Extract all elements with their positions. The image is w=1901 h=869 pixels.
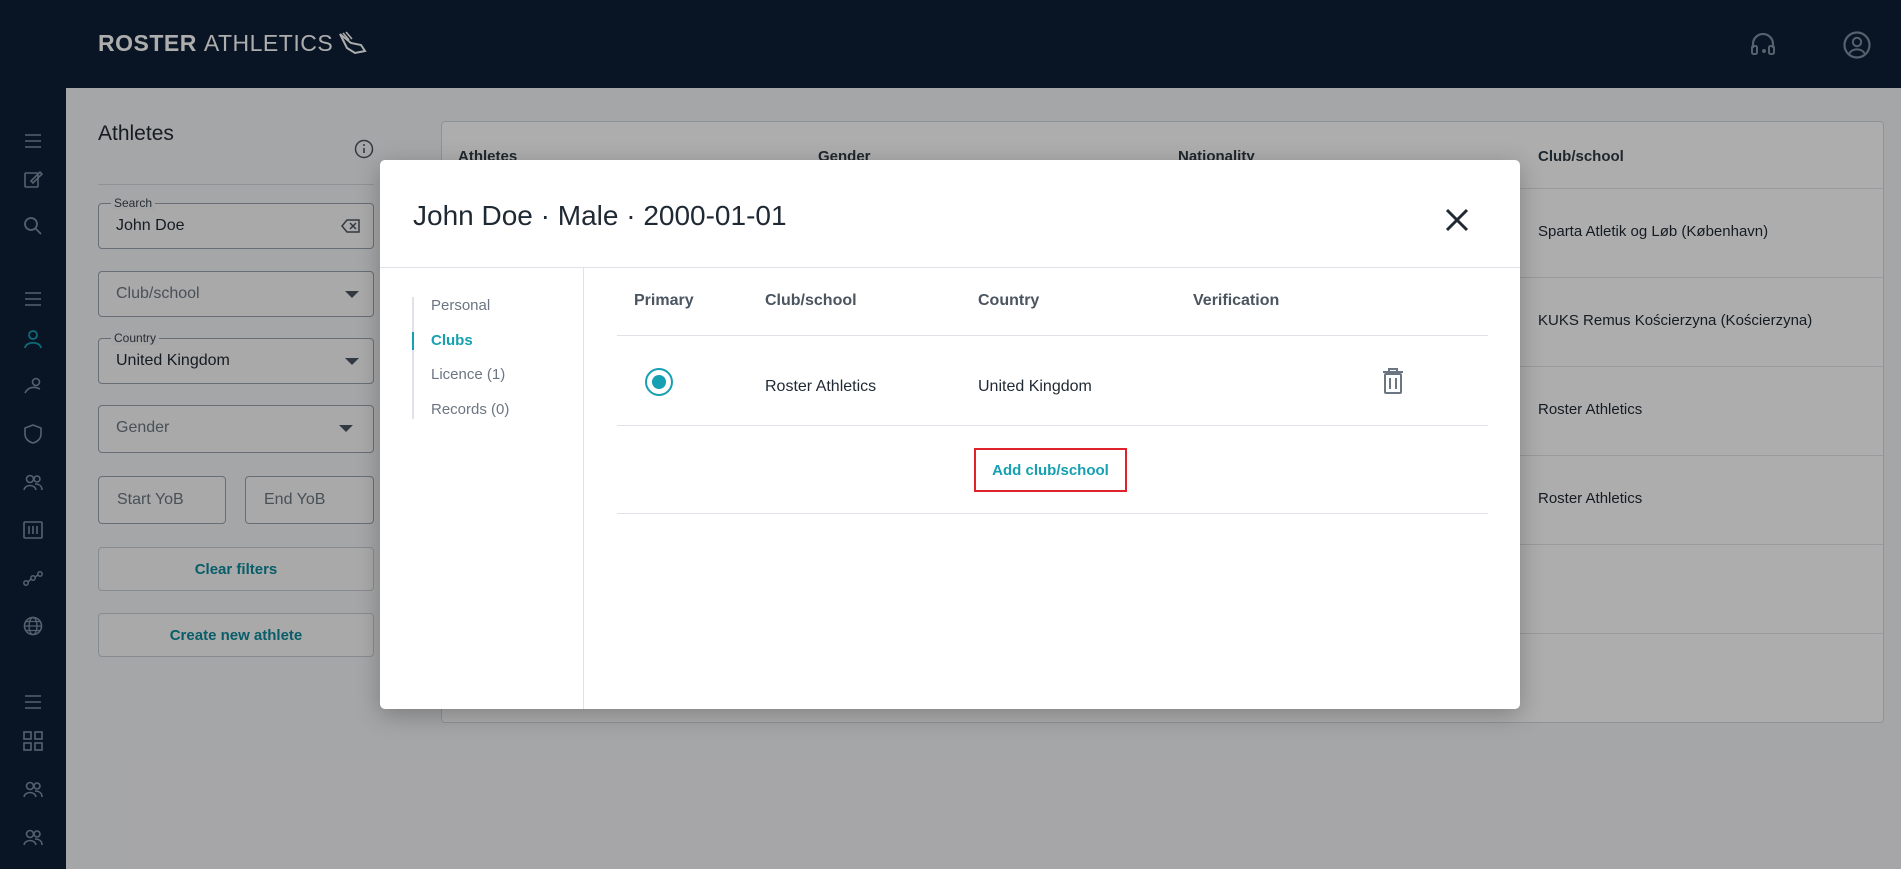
column-header-club: Club/school (765, 292, 857, 309)
athlete-detail-dialog: John Doe · Male · 2000-01-01 Personal Cl… (380, 160, 1520, 709)
divider (583, 268, 584, 709)
close-icon[interactable] (1442, 205, 1472, 235)
primary-radio[interactable] (645, 368, 673, 396)
dialog-side-nav: Personal Clubs Licence (1) Records (0) (412, 297, 562, 419)
column-header-verification: Verification (1193, 292, 1280, 309)
divider (380, 267, 1520, 268)
column-header-country: Country (978, 292, 1040, 309)
dialog-title: John Doe · Male · 2000-01-01 (413, 200, 787, 231)
nav-item-records[interactable]: Records (0) (414, 401, 562, 419)
column-header-primary: Primary (634, 292, 694, 309)
row-divider (617, 335, 1488, 336)
add-club-button[interactable]: Add club/school (974, 448, 1127, 492)
row-divider (617, 425, 1488, 426)
nav-item-personal[interactable]: Personal (414, 297, 562, 332)
club-name: Roster Athletics (765, 378, 877, 395)
trash-icon[interactable] (1381, 367, 1405, 395)
nav-item-licence[interactable]: Licence (1) (414, 366, 562, 401)
row-divider (617, 513, 1488, 514)
nav-item-clubs[interactable]: Clubs (412, 331, 562, 367)
club-country: United Kingdom (978, 378, 1092, 395)
